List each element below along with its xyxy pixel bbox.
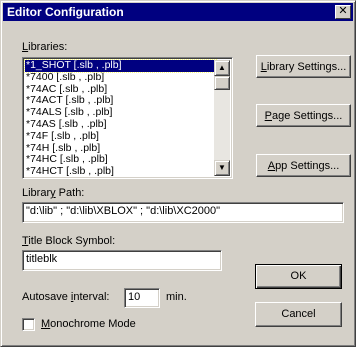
library-list-item[interactable]: *74HC [.slb , .plb] [25,154,216,166]
dialog-title: Editor Configuration [7,5,124,19]
autosave-interval-input[interactable]: 10 [124,288,160,308]
library-list-item[interactable]: *74AS [.slb , .plb] [25,119,216,131]
label-part: nterval: [73,291,110,303]
monochrome-mode-checkbox[interactable] [22,318,35,331]
label-access-key: M [41,318,51,330]
app-settings-button[interactable]: App Settings... [256,154,351,177]
library-list-item[interactable]: *7400 [.slb , .plb] [25,72,216,84]
libraries-list[interactable]: *1_SHOT [.slb , .plb] *7400 [.slb , .plb]… [24,59,217,178]
libraries-label: Libraries: [22,41,67,53]
label-part: Librar [22,187,51,199]
button-label-part: ibrary Settings... [266,61,347,73]
close-icon[interactable]: ✕ [335,5,351,19]
label-part: ibraries: [28,41,68,53]
library-list-item[interactable]: *74F [.slb , .plb] [25,131,216,143]
libraries-scrollbar[interactable]: ▲ ▼ [214,60,230,176]
button-access-key: P [264,110,272,122]
library-path-label: Library Path: [22,187,84,199]
label-part: onochrome Mode [50,318,136,330]
scroll-thumb[interactable] [214,76,230,90]
page-settings-button[interactable]: Page Settings... [256,104,351,127]
library-list-item[interactable]: *74H [.slb , .plb] [25,143,216,155]
library-list-item[interactable]: *1_SHOT [.slb , .plb] [24,59,217,73]
autosave-unit-label: min. [166,291,187,303]
button-access-key: A [267,160,276,172]
title-block-symbol-label: Title Block Symbol: [22,235,115,247]
title-bar[interactable]: Editor Configuration ✕ [3,3,353,21]
button-label-part: pp Settings... [275,160,340,172]
scroll-down-icon[interactable]: ▼ [214,160,230,176]
library-path-input[interactable]: "d:\lib" ; "d:\lib\XBLOX" ; "d:\lib\XC20… [22,202,344,223]
ok-button[interactable]: OK [255,264,342,289]
monochrome-mode-label[interactable]: Monochrome Mode [41,318,136,330]
label-part: itle Block Symbol: [28,235,116,247]
cancel-button[interactable]: Cancel [255,302,342,327]
library-list-item[interactable]: *74ACT [.slb , .plb] [25,95,216,107]
library-list-item[interactable]: *74HCT [.slb , .plb] [25,166,216,178]
library-list-item[interactable]: *74ALS [.slb , .plb] [25,107,216,119]
button-label-part: age Settings... [272,110,343,122]
library-list-item[interactable]: *74AC [.slb , .plb] [25,84,216,96]
libraries-listbox[interactable]: *1_SHOT [.slb , .plb] *7400 [.slb , .plb]… [22,57,233,179]
autosave-interval-label: Autosave interval: [22,291,109,303]
label-part: Autosave [22,291,71,303]
scroll-up-icon[interactable]: ▲ [214,60,230,76]
editor-configuration-dialog: Editor Configuration ✕ Libraries: *1_SHO… [0,0,356,347]
label-part: Path: [55,187,85,199]
library-settings-button[interactable]: Library Settings... [256,55,351,78]
title-block-symbol-input[interactable]: titleblk [22,250,222,271]
